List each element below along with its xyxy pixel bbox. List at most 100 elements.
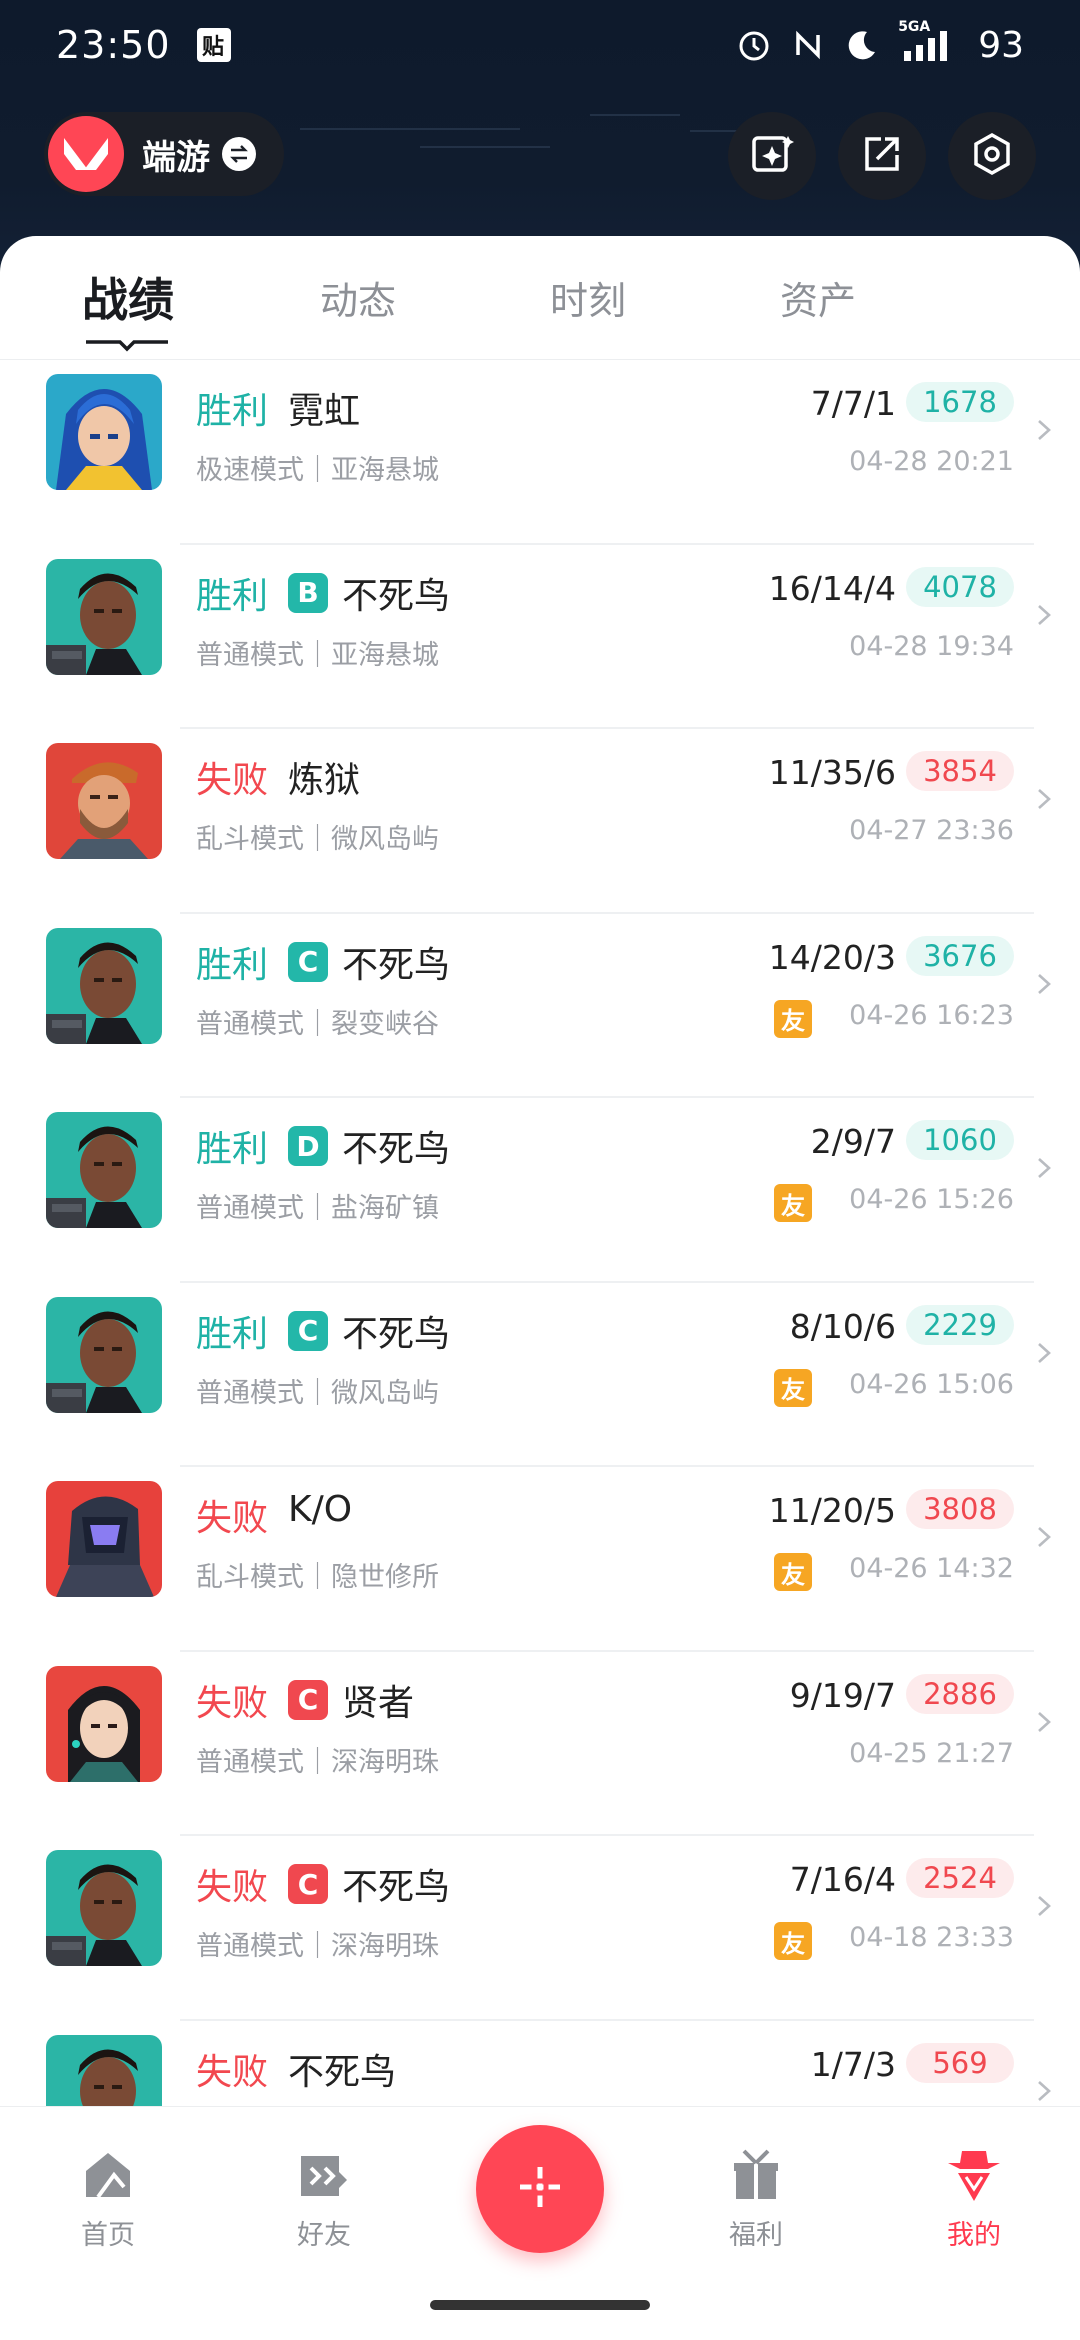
match-row[interactable]: 胜利 霓虹 极速模式｜亚海悬城 7/7/1 1678 04-28 20:21 — [0, 360, 1080, 545]
kda: 16/14/4 — [768, 568, 896, 608]
nav-friends[interactable]: 好友 — [254, 2145, 394, 2252]
grade-badge: C — [288, 941, 328, 982]
friend-badge: 友 — [774, 1922, 812, 1960]
profile-agent-icon — [944, 2145, 1004, 2205]
hero-name: 不死鸟 — [342, 1867, 451, 1908]
hero-avatar — [46, 558, 162, 675]
chevron-right-icon — [1038, 789, 1051, 809]
valorant-logo — [48, 116, 124, 192]
nav-profile[interactable]: 我的 — [904, 2145, 1044, 2252]
hero-avatar — [46, 1481, 162, 1597]
match-row[interactable]: 胜利 C 不死鸟 普通模式｜微风岛屿 8/10/6 2229 友 04-26 15:06 — [0, 1283, 1080, 1467]
nav-home-label: 首页 — [81, 2220, 135, 2251]
hero-avatar — [46, 1296, 162, 1413]
grade-badge: D — [288, 1126, 328, 1166]
match-score: 4078 — [906, 566, 1014, 607]
match-score: 2524 — [906, 1858, 1014, 1898]
match-result: 失败 — [196, 1498, 269, 1539]
network-type: 5GA — [898, 19, 931, 35]
share-button[interactable] — [838, 112, 926, 200]
match-result: 胜利 — [196, 575, 269, 617]
swap-icon — [222, 137, 256, 171]
hero-name: 不死鸟 — [342, 1129, 451, 1170]
kda: 1/7/3 — [810, 2044, 896, 2084]
match-time: 04-26 15:06 — [849, 1368, 1014, 1400]
tab-feed[interactable]: 动态 — [278, 270, 438, 325]
match-row[interactable]: 胜利 C 不死鸟 普通模式｜裂变峡谷 14/20/3 3676 友 04-26 16:23 — [0, 914, 1080, 1098]
chevron-right-icon — [1038, 973, 1051, 994]
chevron-right-icon — [1038, 1527, 1051, 1547]
hero-name: 不死鸟 — [342, 575, 451, 617]
status-bar: 23:50 贴 5GA 93 — [0, 0, 1080, 90]
match-score: 569 — [906, 2042, 1014, 2083]
kda: 11/20/5 — [768, 1491, 896, 1530]
match-score: 3808 — [906, 1489, 1014, 1529]
friend-badge: 友 — [774, 1184, 812, 1222]
match-row[interactable]: 失败 C 贤者 普通模式｜深海明珠 9/19/7 2886 04-25 21:27 — [0, 1652, 1080, 1836]
match-time: 04-26 14:32 — [849, 1553, 1014, 1584]
kda: 8/10/6 — [789, 1306, 896, 1346]
chevron-right-icon — [1038, 1896, 1051, 1916]
signal-icon: 5GA — [898, 19, 960, 63]
match-row[interactable]: 失败 C 不死鸟 普通模式｜深海明珠 7/16/4 2524 友 04-18 23:33 — [0, 1836, 1080, 2021]
gift-icon — [726, 2145, 786, 2205]
tab-active-indicator — [86, 340, 168, 352]
content-sheet: 战绩 动态 时刻 资产 胜利 霓虹 极速模式｜亚海悬城 7/7/1 1678 04-28 … — [0, 236, 1080, 2340]
chevron-right-icon — [1038, 2080, 1051, 2101]
sticker-icon: 贴 — [196, 28, 231, 62]
match-row[interactable]: 胜利 B 不死鸟 普通模式｜亚海悬城 16/14/4 4078 04-28 19:34 — [0, 545, 1080, 729]
nav-home[interactable]: 首页 — [38, 2145, 178, 2252]
match-result: 失败 — [196, 760, 269, 801]
grade-badge: C — [288, 1864, 328, 1904]
tab-moments[interactable]: 时刻 — [508, 270, 668, 325]
settings-button[interactable] — [948, 112, 1036, 200]
chevron-right-icon — [1038, 420, 1051, 440]
match-time: 04-28 20:21 — [849, 446, 1014, 477]
match-list: 胜利 霓虹 极速模式｜亚海悬城 7/7/1 1678 04-28 20:21 胜利 B 不死鸟普… — [0, 360, 1080, 2205]
home-icon — [78, 2145, 138, 2205]
add-button[interactable] — [476, 2125, 604, 2253]
match-mode-map: 普通模式｜深海明珠 — [196, 1746, 439, 1778]
match-mode-map: 乱斗模式｜隐世修所 — [196, 1562, 439, 1593]
match-result: 失败 — [196, 1867, 269, 1908]
hero-name: 不死鸟 — [288, 2051, 397, 2093]
match-mode-map: 乱斗模式｜微风岛屿 — [196, 824, 439, 855]
status-time: 23:50 — [56, 23, 171, 67]
nav-welfare[interactable]: 福利 — [686, 2145, 826, 2252]
friends-icon — [294, 2145, 354, 2205]
match-time: 04-26 16:23 — [849, 999, 1014, 1031]
hero-name: K/O — [288, 1489, 353, 1530]
game-switcher[interactable]: 端游 — [44, 112, 284, 196]
match-mode-map: 普通模式｜微风岛屿 — [196, 1377, 439, 1409]
home-indicator — [430, 2300, 650, 2310]
hero-name: 贤者 — [342, 1682, 415, 1724]
friend-badge: 友 — [774, 999, 812, 1038]
tab-assets[interactable]: 资产 — [738, 270, 898, 325]
kda: 14/20/3 — [768, 937, 896, 977]
match-time: 04-25 21:27 — [849, 1737, 1014, 1769]
kda: 7/16/4 — [789, 1860, 896, 1899]
hero-avatar — [46, 374, 162, 490]
match-score: 3854 — [906, 751, 1014, 791]
match-result: 失败 — [196, 1682, 269, 1724]
plus-icon — [512, 2159, 568, 2219]
kda: 11/35/6 — [768, 753, 896, 792]
match-time: 04-27 23:36 — [849, 815, 1014, 846]
match-row[interactable]: 失败 炼狱 乱斗模式｜微风岛屿 11/35/6 3854 04-27 23:36 — [0, 729, 1080, 914]
tab-record[interactable]: 战绩 — [48, 264, 208, 330]
match-mode-map: 普通模式｜裂变峡谷 — [196, 1008, 439, 1040]
kda: 2/9/7 — [810, 1122, 896, 1161]
grade-badge: B — [288, 572, 328, 613]
chevron-right-icon — [1038, 604, 1051, 625]
share-icon — [859, 131, 905, 181]
hero-avatar — [46, 743, 162, 859]
match-row[interactable]: 失败 K/O 乱斗模式｜隐世修所 11/20/5 3808 友 04-26 14:32 — [0, 1467, 1080, 1652]
match-mode-map: 普通模式｜深海明珠 — [196, 1931, 439, 1962]
nav-friends-label: 好友 — [297, 2220, 351, 2251]
sparkle-card-button[interactable] — [728, 112, 816, 200]
match-mode-map: 普通模式｜盐海矿镇 — [196, 1193, 439, 1224]
match-result: 胜利 — [196, 391, 269, 432]
match-row[interactable]: 胜利 D 不死鸟 普通模式｜盐海矿镇 2/9/7 1060 友 04-26 15:26 — [0, 1098, 1080, 1283]
hero-name: 不死鸟 — [342, 944, 451, 986]
settings-hex-icon — [969, 131, 1015, 181]
